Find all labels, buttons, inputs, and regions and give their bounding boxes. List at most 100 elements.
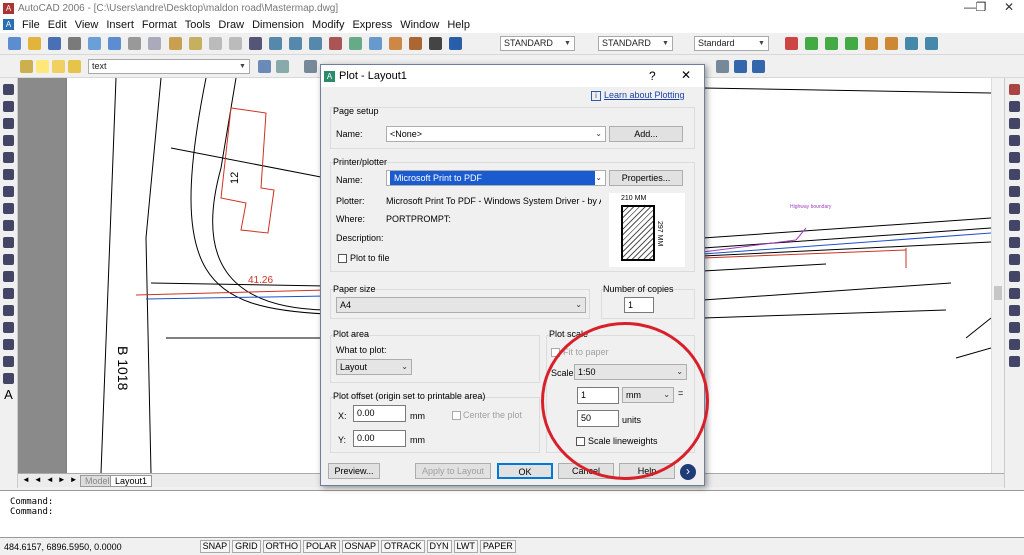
chamfer-icon[interactable] (1009, 322, 1020, 333)
table-icon[interactable] (3, 373, 14, 384)
3d-view-3-icon[interactable] (752, 60, 765, 73)
zoom-window-icon[interactable] (288, 37, 302, 50)
3d-view-2-icon[interactable] (734, 60, 747, 73)
move-icon[interactable] (1009, 169, 1020, 180)
text-style-select[interactable]: STANDARD ▼ (500, 36, 575, 51)
polyline-icon[interactable] (3, 118, 14, 129)
undo-icon[interactable] (208, 37, 222, 50)
preview-button[interactable]: Preview... (328, 463, 380, 479)
extend-icon[interactable] (1009, 254, 1020, 265)
menu-draw[interactable]: Draw (218, 19, 244, 31)
close-dialog-button[interactable]: ✕ (681, 68, 691, 82)
tool-palettes-icon[interactable] (369, 37, 383, 50)
menu-window[interactable]: Window (400, 19, 439, 31)
ortho-toggle[interactable]: ORTHO (262, 540, 301, 553)
snap-toggle[interactable]: SNAP (199, 540, 231, 553)
break-icon[interactable] (1009, 288, 1020, 299)
layer-previous-icon[interactable] (276, 60, 289, 73)
region-icon[interactable] (3, 356, 14, 367)
express-tool-5-icon[interactable] (865, 37, 879, 50)
revision-cloud-icon[interactable] (3, 203, 14, 214)
new-icon[interactable] (8, 37, 21, 50)
table-style-select[interactable]: Standard ▼ (694, 36, 769, 51)
calculator-icon[interactable] (429, 37, 443, 50)
tab-layout1[interactable]: Layout1 (110, 475, 153, 487)
markup-icon[interactable] (409, 37, 423, 50)
open-icon[interactable] (28, 37, 42, 50)
break-at-point-icon[interactable] (1009, 271, 1020, 282)
ok-button[interactable]: OK (497, 463, 553, 479)
explode-icon[interactable] (1009, 356, 1020, 367)
array-icon[interactable] (1009, 152, 1020, 163)
dim-style-select[interactable]: STANDARD ▼ (598, 36, 673, 51)
menu-modify[interactable]: Modify (312, 19, 344, 31)
layer-select[interactable]: text ▼ (88, 59, 250, 74)
join-icon[interactable] (1009, 305, 1020, 316)
ellipse-arc-icon[interactable] (3, 254, 14, 265)
more-options-icon[interactable]: › (680, 464, 696, 480)
express-tool-6-icon[interactable] (885, 37, 899, 50)
osnap-toggle[interactable]: OSNAP (341, 540, 380, 553)
scroll-thumb[interactable] (994, 286, 1002, 300)
preview-icon[interactable] (88, 37, 102, 50)
arc-icon[interactable] (3, 169, 14, 180)
menu-tools[interactable]: Tools (185, 19, 211, 31)
polygon-icon[interactable] (3, 135, 14, 146)
multiline-text-icon[interactable]: A (0, 387, 17, 402)
print-icon[interactable] (68, 37, 82, 50)
help-question-button[interactable]: ? (649, 69, 656, 83)
grid-toggle[interactable]: GRID (232, 540, 261, 553)
offset-x-input[interactable]: 0.00 (353, 405, 406, 422)
mirror-icon[interactable] (1009, 118, 1020, 129)
menu-insert[interactable]: Insert (106, 19, 134, 31)
gradient-icon[interactable] (3, 339, 14, 350)
make-current-icon[interactable] (258, 60, 271, 73)
trim-icon[interactable] (1009, 237, 1020, 248)
design-center-icon[interactable] (349, 37, 363, 50)
copies-input[interactable]: 1 (624, 297, 654, 313)
view-tool-icon[interactable] (304, 60, 317, 73)
paste-icon[interactable] (168, 37, 182, 50)
express-tool-7-icon[interactable] (905, 37, 919, 50)
fillet-icon[interactable] (1009, 339, 1020, 350)
line-icon[interactable] (3, 84, 14, 95)
zoom-realtime-icon[interactable] (268, 37, 282, 50)
hatch-icon[interactable] (3, 322, 14, 333)
properties-icon[interactable] (329, 37, 342, 50)
copy-object-icon[interactable] (1009, 101, 1020, 112)
menu-express[interactable]: Express (352, 19, 392, 31)
ellipse-icon[interactable] (3, 237, 14, 248)
center-plot-checkbox[interactable] (452, 411, 461, 420)
rotate-icon[interactable] (1009, 186, 1020, 197)
what-to-plot-select[interactable]: Layout ⌄ (336, 359, 412, 375)
save-icon[interactable] (48, 37, 62, 50)
pan-icon[interactable] (248, 37, 262, 50)
cut-icon[interactable] (128, 37, 142, 50)
express-tool-8-icon[interactable] (925, 37, 939, 50)
help-icon[interactable] (449, 37, 463, 50)
spline-icon[interactable] (3, 220, 14, 231)
publish-icon[interactable] (108, 37, 122, 50)
circle-icon[interactable] (3, 186, 14, 197)
menu-file[interactable]: File (22, 19, 40, 31)
point-icon[interactable] (3, 305, 14, 316)
redo-icon[interactable] (228, 37, 242, 50)
make-block-icon[interactable] (3, 288, 14, 299)
erase-icon[interactable] (1009, 84, 1020, 95)
zoom-previous-icon[interactable] (308, 37, 322, 50)
menu-edit[interactable]: Edit (48, 19, 67, 31)
polar-toggle[interactable]: POLAR (302, 540, 340, 553)
sheet-set-icon[interactable] (389, 37, 403, 50)
match-properties-icon[interactable] (188, 37, 202, 50)
command-window[interactable]: Command: Command: (0, 490, 1024, 538)
express-tool-1-icon[interactable] (785, 37, 798, 50)
offset-y-input[interactable]: 0.00 (353, 430, 406, 447)
3d-view-1-icon[interactable] (716, 60, 729, 73)
copy-icon[interactable] (148, 37, 162, 50)
menu-dimension[interactable]: Dimension (252, 19, 304, 31)
printer-properties-button[interactable]: Properties... (609, 170, 683, 186)
lwt-toggle[interactable]: LWT (453, 540, 478, 553)
express-tool-2-icon[interactable] (805, 37, 819, 50)
dyn-toggle[interactable]: DYN (426, 540, 452, 553)
restore-button[interactable]: ❐ (966, 0, 996, 16)
